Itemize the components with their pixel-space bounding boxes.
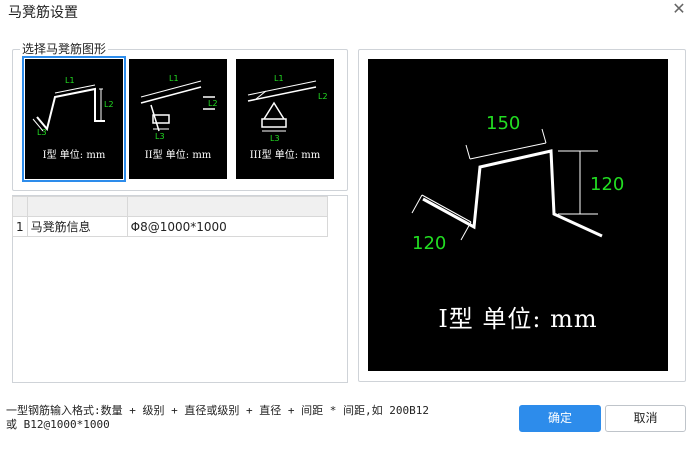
dialog-title: 马凳筋设置	[8, 5, 78, 21]
type-3-diagram: L1 L2 L3	[247, 74, 328, 143]
type-3-dim-l3: L3	[270, 134, 280, 143]
shape-option-type-2[interactable]: L1 L2 L3 II型 单位: mm	[129, 59, 227, 179]
row-name: 马凳筋信息	[26, 216, 128, 237]
type-2-dim-l2: L2	[208, 99, 218, 108]
row-index: 1	[12, 216, 28, 237]
shape-option-type-1[interactable]: L1 L2 L3 I型 单位: mm	[22, 56, 126, 182]
type-2-diagram: L1 L2 L3	[140, 74, 218, 141]
hint-line-2: 或 B12@1000*1000	[6, 418, 110, 431]
type-3-dim-l1: L1	[274, 74, 284, 83]
close-icon[interactable]: ✕	[670, 0, 688, 18]
type-1-dim-l1: L1	[65, 76, 75, 85]
table-row[interactable]: 1 马凳筋信息 Φ8@1000*1000	[12, 216, 328, 237]
info-table: 1 马凳筋信息 Φ8@1000*1000	[12, 196, 328, 237]
row-value-cell[interactable]: Φ8@1000*1000	[126, 216, 328, 237]
type-1-dim-l3: L3	[37, 128, 47, 137]
ok-button[interactable]: 确定	[519, 405, 601, 432]
table-header-value	[126, 196, 328, 217]
hint-line-1: 一型钢筋输入格式:数量 + 级别 + 直径或级别 + 直径 + 间距 * 间距,…	[6, 404, 429, 417]
preview-dim-top: 150	[486, 113, 520, 134]
type-1-diagram: L1 L2 L3	[32, 76, 114, 137]
preview-caption: I型 单位: mm	[438, 305, 598, 333]
type-2-caption: II型 单位: mm	[144, 150, 212, 161]
shape-option-type-3[interactable]: L1 L2 L3 III型 单位: mm	[236, 59, 334, 179]
cancel-button[interactable]: 取消	[605, 405, 686, 432]
table-header-row	[12, 196, 328, 217]
type-3-dim-l2: L2	[318, 92, 328, 101]
type-3-caption: III型 单位: mm	[249, 150, 321, 161]
type-1-caption: I型 单位: mm	[42, 150, 106, 161]
type-2-dim-l3: L3	[155, 132, 165, 141]
type-1-dim-l2: L2	[104, 100, 114, 109]
input-format-hint: 一型钢筋输入格式:数量 + 级别 + 直径或级别 + 直径 + 间距 * 间距,…	[6, 404, 506, 432]
type-2-dim-l1: L1	[169, 74, 179, 83]
title-bar: 马凳筋设置 ✕	[0, 0, 699, 24]
shape-group-label: 选择马凳筋图形	[20, 40, 109, 57]
table-header-name	[26, 196, 128, 217]
table-header-index	[12, 196, 28, 217]
preview-dim-right: 120	[590, 174, 624, 195]
preview-canvas: 150 120 120 I型 单位: mm	[368, 59, 668, 371]
preview-dim-left: 120	[412, 233, 446, 254]
